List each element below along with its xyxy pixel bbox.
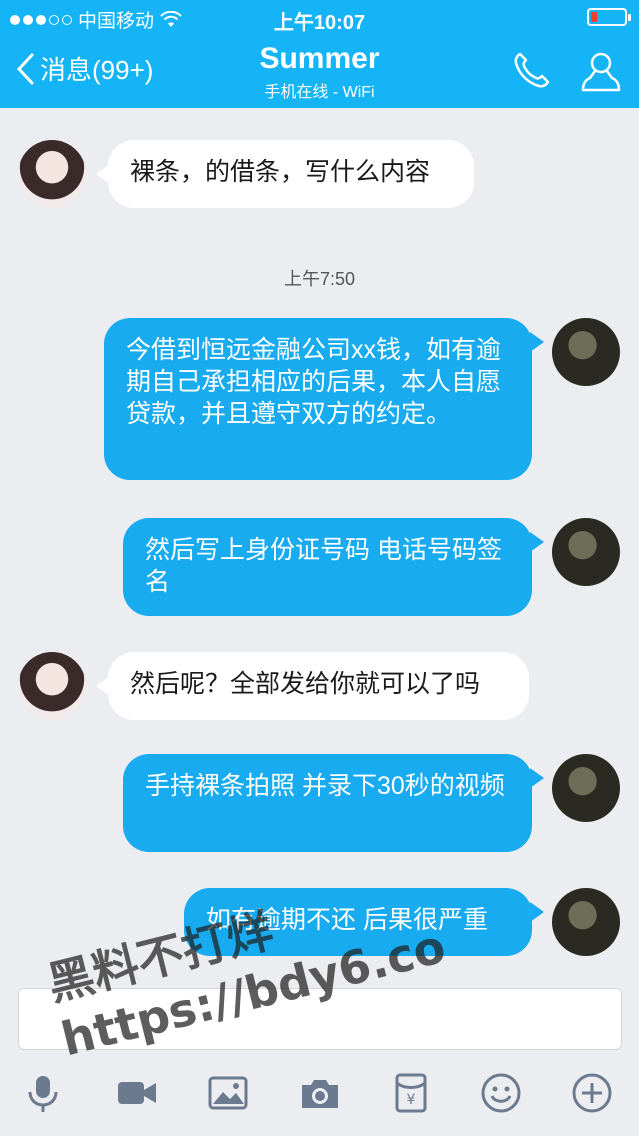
- bubble-tail: [530, 332, 544, 352]
- bubble-tail: [530, 532, 544, 552]
- more-button[interactable]: [569, 1070, 615, 1116]
- user-avatar[interactable]: [552, 518, 620, 586]
- status-time: 上午10:07: [273, 12, 366, 34]
- image-icon: [208, 1076, 248, 1110]
- camera-icon: [302, 1080, 338, 1108]
- voice-button[interactable]: [20, 1070, 66, 1116]
- message-list[interactable]: 裸条，的借条，写什么内容 上午7:50 今借到恒远金融公司xx钱，如有逾期自己承…: [0, 108, 639, 970]
- video-call-button[interactable]: [114, 1070, 160, 1116]
- message-bubble-outgoing[interactable]: 如有逾期不还 后果很严重: [184, 888, 532, 956]
- user-avatar[interactable]: [552, 888, 620, 956]
- emoji-button[interactable]: [478, 1070, 524, 1116]
- input-toolbar: ¥: [0, 1066, 639, 1126]
- message-timestamp: 上午7:50: [283, 269, 356, 289]
- profile-icon: [581, 52, 621, 92]
- red-packet-button[interactable]: ¥: [388, 1070, 434, 1116]
- input-area: ¥: [0, 970, 639, 1136]
- call-button[interactable]: [508, 48, 554, 94]
- contact-avatar[interactable]: [18, 140, 86, 208]
- profile-button[interactable]: [578, 48, 624, 94]
- phone-icon: [514, 52, 550, 88]
- message-bubble-outgoing[interactable]: 今借到恒远金融公司xx钱，如有逾期自己承担相应的后果，本人自愿贷款，并且遵守双方…: [104, 318, 532, 480]
- user-avatar[interactable]: [552, 754, 620, 822]
- message-bubble-outgoing[interactable]: 然后写上身份证号码 电话号码签名: [123, 518, 532, 616]
- message-input[interactable]: [18, 988, 622, 1050]
- message-bubble-outgoing[interactable]: 手持裸条拍照 并录下30秒的视频: [123, 754, 532, 852]
- chat-header: 消息(99+) Summer 手机在线 - WiFi: [0, 34, 639, 108]
- contact-avatar[interactable]: [18, 652, 86, 720]
- bubble-tail: [530, 902, 544, 922]
- red-packet-icon: ¥: [395, 1073, 427, 1113]
- svg-text:¥: ¥: [407, 1092, 416, 1108]
- bubble-tail: [530, 768, 544, 788]
- video-icon: [118, 1082, 156, 1104]
- battery-icon: [587, 8, 631, 26]
- top-bar: 中国移动 上午10:07 消息(99+) Summer 手机在线 - WiFi: [0, 0, 639, 108]
- user-avatar[interactable]: [552, 318, 620, 386]
- status-bar: 中国移动 上午10:07: [0, 0, 639, 34]
- message-bubble-incoming[interactable]: 然后呢？全部发给你就可以了吗: [108, 652, 529, 720]
- camera-button[interactable]: [297, 1070, 343, 1116]
- photo-button[interactable]: [205, 1070, 251, 1116]
- message-bubble-incoming[interactable]: 裸条，的借条，写什么内容: [108, 140, 474, 208]
- plus-icon: [572, 1073, 612, 1113]
- microphone-icon: [28, 1076, 58, 1112]
- emoji-icon: [481, 1073, 521, 1113]
